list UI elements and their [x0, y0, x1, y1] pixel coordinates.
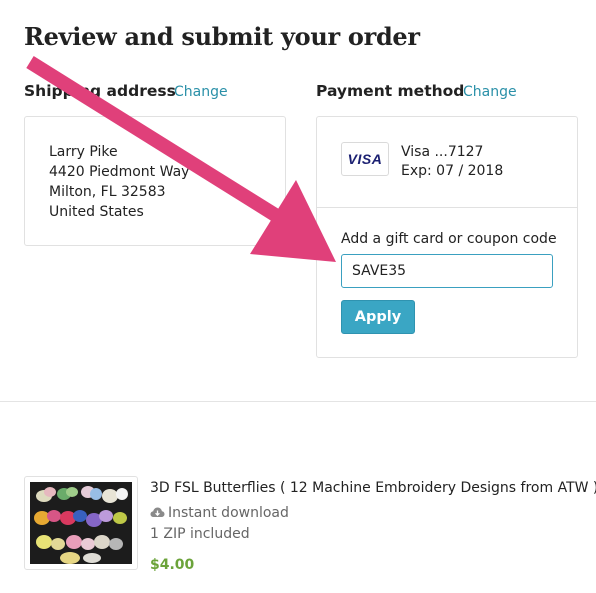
section-divider — [0, 401, 596, 402]
payment-divider — [317, 207, 577, 208]
payment-method-box: VISA Visa ...7127 Exp: 07 / 2018 Add a g… — [316, 116, 578, 358]
page-title: Review and submit your order — [24, 22, 420, 51]
card-number: Visa ...7127 — [401, 144, 484, 160]
change-shipping-link[interactable]: Change — [174, 84, 228, 100]
change-payment-link[interactable]: Change — [463, 84, 517, 100]
city-state-zip: Milton, FL 32583 — [49, 184, 166, 200]
apply-button[interactable]: Apply — [341, 300, 415, 334]
zip-included-label: 1 ZIP included — [150, 526, 250, 542]
visa-card-icon: VISA — [341, 142, 389, 176]
item-price: $4.00 — [150, 557, 195, 573]
instant-download-row: Instant download — [150, 505, 289, 523]
shipping-address-box: Larry Pike 4420 Piedmont Way Milton, FL … — [24, 116, 286, 246]
product-thumbnail[interactable] — [24, 476, 138, 570]
card-expiration: Exp: 07 / 2018 — [401, 163, 504, 179]
cloud-download-icon — [150, 506, 165, 523]
payment-method-heading: Payment method — [316, 82, 465, 100]
product-title-link[interactable]: 3D FSL Butterflies ( 12 Machine Embroide… — [150, 480, 596, 496]
coupon-code-input[interactable] — [341, 254, 553, 288]
product-image — [30, 482, 132, 564]
butterflies-image — [30, 482, 132, 564]
street-address: 4420 Piedmont Way — [49, 164, 190, 180]
shipping-address-heading: Shipping address — [24, 82, 176, 100]
recipient-name: Larry Pike — [49, 144, 118, 160]
instant-download-label: Instant download — [168, 505, 289, 521]
country: United States — [49, 204, 144, 220]
coupon-label: Add a gift card or coupon code — [341, 231, 557, 247]
